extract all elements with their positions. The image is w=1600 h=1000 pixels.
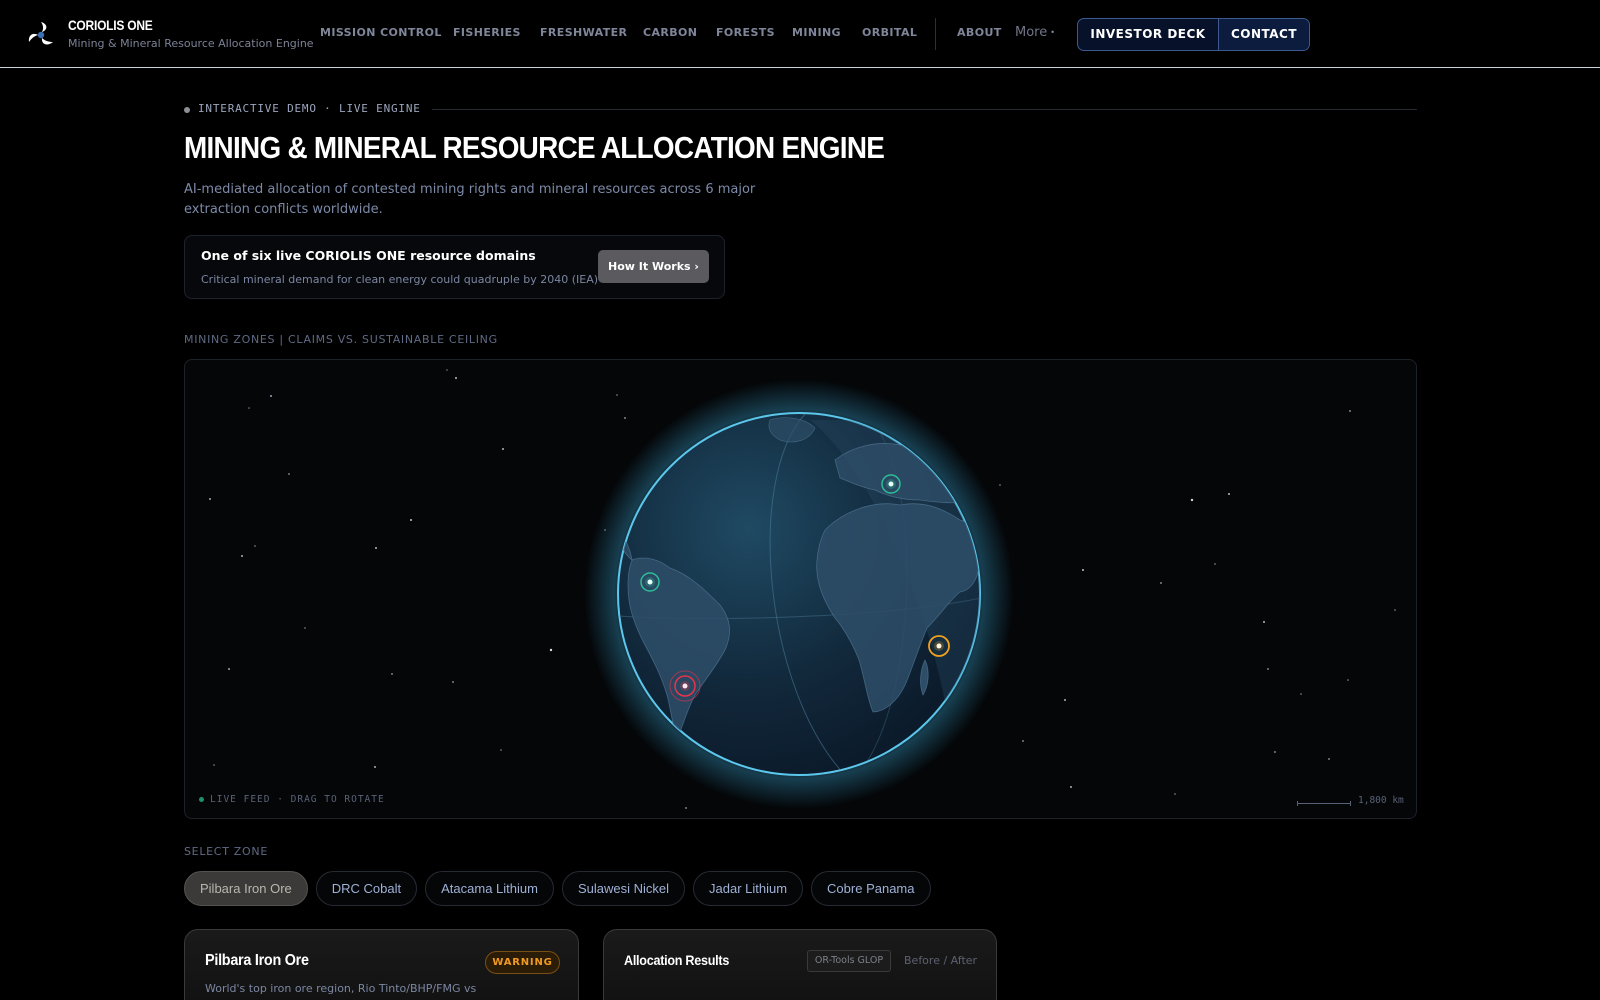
globe-canvas[interactable] [185,360,1417,819]
map-scale-label: 1,800 km [1358,795,1404,806]
map-footer-hint: LIVE FEED · DRAG TO ROTATE [199,794,385,805]
domain-info-card: One of six live CORIOLIS ONE resource do… [184,235,725,299]
zone-pill-atacama[interactable]: Atacama Lithium [425,871,554,906]
domain-card-title: One of six live CORIOLIS ONE resource do… [201,248,536,263]
nav-orbital[interactable]: ORBITAL [862,26,917,42]
map-section-label: MINING ZONES | CLAIMS VS. SUSTAINABLE CE… [184,333,498,346]
top-navigation-bar: CORIOLIS ONE Mining & Mineral Resource A… [0,0,1600,68]
live-feed-dot-icon [199,797,204,802]
zone-pill-sulawesi[interactable]: Sulawesi Nickel [561,871,685,906]
more-label: More [1015,25,1048,40]
nav-fisheries[interactable]: FISHERIES [453,26,521,42]
header-cta-group: INVESTOR DECK CONTACT [1077,18,1310,51]
nav-forests[interactable]: FORESTS [716,26,775,42]
zone-selector: Pilbara Iron Ore DRC Cobalt Atacama Lith… [184,871,931,906]
brand[interactable]: CORIOLIS ONE Mining & Mineral Resource A… [68,17,314,50]
eyebrow-divider [432,109,1417,110]
zone-pill-jadar[interactable]: Jadar Lithium [693,871,804,906]
allocation-results-card: Allocation Results OR-Tools GLOP Before … [603,929,997,1000]
page-subtitle: AI-mediated allocation of contested mini… [184,182,756,217]
domain-card-subtitle: Critical mineral demand for clean energy… [201,273,599,286]
map-scale-bar [1297,801,1351,806]
brand-subtitle: Mining & Mineral Resource Allocation Eng… [68,37,314,50]
nav-freshwater[interactable]: FRESHWATER [540,26,627,42]
zone-pill-pilbara[interactable]: Pilbara Iron Ore [184,871,308,906]
more-menu[interactable]: More • [1015,25,1055,40]
status-badge: WARNING [485,951,560,974]
globe[interactable] [584,379,1014,809]
zone-marker-atacama[interactable] [669,670,701,702]
zone-selector-label: SELECT ZONE [184,845,268,858]
more-dot-icon: • [1050,28,1055,37]
brand-name: CORIOLIS ONE [68,17,153,33]
zone-detail-card: Pilbara Iron Ore WARNING World's top iro… [184,929,579,1000]
coriolis-logo-icon[interactable] [26,20,56,50]
nav-mission-control[interactable]: MISSION CONTROL [320,26,442,42]
zone-card-description: World's top iron ore region, Rio Tinto/B… [205,982,477,1000]
live-status-dot [184,107,190,113]
zone-card-title: Pilbara Iron Ore [205,952,309,969]
investor-deck-button[interactable]: INVESTOR DECK [1078,19,1218,50]
zone-pill-cobre-panama[interactable]: Cobre Panama [811,871,931,906]
map-footer-text: LIVE FEED · DRAG TO ROTATE [210,794,385,805]
nav-mining[interactable]: MINING [792,26,841,42]
page-title: MINING & MINERAL RESOURCE ALLOCATION ENG… [184,130,885,165]
solver-chip: OR-Tools GLOP [807,950,891,972]
globe-map-panel[interactable]: LIVE FEED · DRAG TO ROTATE 1,800 km [184,359,1417,819]
nav-divider [935,18,936,50]
contact-button[interactable]: CONTACT [1218,19,1309,50]
results-card-title: Allocation Results [624,952,730,968]
nav-about[interactable]: ABOUT [957,26,1002,42]
how-it-works-button[interactable]: How It Works › [598,250,709,283]
zone-pill-drc[interactable]: DRC Cobalt [315,871,418,906]
nav-carbon[interactable]: CARBON [643,26,697,42]
eyebrow-label: INTERACTIVE DEMO · LIVE ENGINE [198,102,421,115]
before-after-toggle[interactable]: Before / After [904,954,977,967]
